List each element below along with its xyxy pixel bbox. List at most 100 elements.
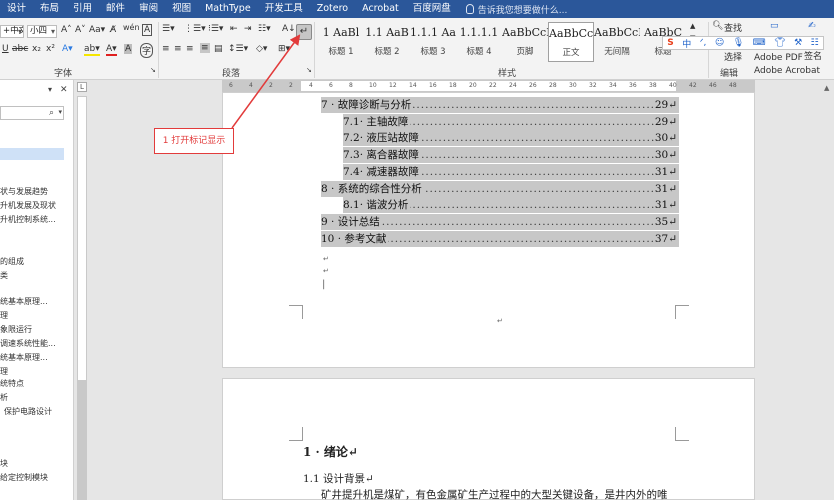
find-button[interactable]: 查找 bbox=[724, 21, 742, 34]
char-shading-icon[interactable]: A bbox=[124, 44, 133, 54]
nav-heading-item[interactable]: 状与发展趋势 bbox=[0, 186, 48, 197]
font-name-combo[interactable]: +中文正 bbox=[0, 25, 24, 38]
bullets-icon[interactable]: ☰▾ bbox=[162, 24, 175, 34]
font-size-combo[interactable]: 小四 bbox=[27, 25, 57, 38]
nav-heading-item[interactable]: 析 bbox=[0, 392, 8, 403]
phonetic-guide-icon[interactable]: wén bbox=[123, 23, 140, 32]
style-4[interactable]: AaBbCcDdI 页脚 bbox=[502, 22, 548, 62]
request-signature-icon[interactable]: ✍︎ bbox=[808, 21, 816, 31]
menu-item[interactable]: Acrobat bbox=[355, 0, 406, 18]
ime-punctuation-icon[interactable]: ᐟ, bbox=[700, 38, 707, 48]
ime-keyboard-icon[interactable]: ⌨ bbox=[753, 38, 766, 48]
ime-menu-icon[interactable]: ☷ bbox=[811, 38, 819, 48]
strikethrough-icon[interactable]: abc bbox=[12, 44, 28, 54]
document-page-toc[interactable]: ........................................… bbox=[222, 92, 755, 368]
toc-entry[interactable]: ........................................… bbox=[343, 147, 679, 164]
paragraph-dialog-launcher-icon[interactable]: ↘ bbox=[306, 66, 312, 74]
shading-icon[interactable]: ◇▾ bbox=[256, 44, 267, 54]
nav-close-icon[interactable]: ✕ bbox=[60, 85, 68, 95]
nav-heading-item[interactable]: 块 bbox=[0, 458, 8, 469]
toc-entry[interactable]: ........................................… bbox=[343, 113, 679, 130]
nav-heading-item[interactable]: 保护电路设计 bbox=[4, 406, 52, 417]
increase-indent-icon[interactable]: ⇥ bbox=[244, 24, 252, 34]
nav-heading-item[interactable]: 升机发展及现状 bbox=[0, 200, 56, 211]
text-effects-icon[interactable]: A▾ bbox=[62, 44, 73, 54]
line-spacing-icon[interactable]: ↕☰▾ bbox=[228, 44, 248, 54]
nav-heading-item[interactable]: 象限运行 bbox=[0, 324, 32, 335]
distributed-icon[interactable]: ▤ bbox=[214, 44, 223, 54]
adobe-pdf-label[interactable]: Adobe PDF bbox=[754, 53, 803, 63]
grow-font-icon[interactable]: A˄ bbox=[61, 25, 72, 35]
toc-entry[interactable]: ........................................… bbox=[321, 230, 679, 247]
align-center-icon[interactable]: ≡ bbox=[174, 44, 182, 54]
ime-mic-icon[interactable]: 🎙︎ bbox=[733, 38, 744, 48]
align-left-icon[interactable]: ≡ bbox=[162, 44, 170, 54]
toc-entry[interactable]: ........................................… bbox=[321, 180, 679, 197]
multilevel-list-icon[interactable]: ⁝☰▾ bbox=[208, 24, 223, 34]
highlight-icon[interactable]: ab▾ bbox=[84, 44, 100, 56]
toc-entry[interactable]: ........................................… bbox=[343, 163, 679, 180]
styles-scroll-up-icon[interactable]: ▲ bbox=[690, 22, 695, 30]
justify-icon[interactable]: ≡ bbox=[200, 43, 210, 53]
ime-skin-icon[interactable]: 👕︎ bbox=[774, 38, 785, 48]
decrease-indent-icon[interactable]: ⇤ bbox=[230, 24, 238, 34]
nav-heading-item[interactable]: 类 bbox=[0, 270, 8, 281]
ime-chinese-mode-icon[interactable]: 中 bbox=[682, 37, 691, 50]
style-2[interactable]: 1.1.1 Aa 标题 3 bbox=[410, 22, 456, 62]
nav-search-input[interactable]: ⌕ ▾ bbox=[0, 106, 64, 120]
font-color-icon[interactable]: A▾ bbox=[106, 44, 117, 56]
nav-heading-item[interactable]: 理 bbox=[0, 310, 8, 321]
nav-heading-item[interactable]: 调速系统性能... bbox=[0, 338, 56, 349]
borders-icon[interactable]: ⊞▾ bbox=[278, 44, 290, 54]
scroll-up-icon[interactable]: ▲ bbox=[824, 84, 829, 92]
ime-tools-icon[interactable]: ⚒︎ bbox=[794, 38, 802, 48]
toc-entry[interactable]: ........................................… bbox=[343, 197, 679, 214]
menu-item[interactable]: Zotero bbox=[310, 0, 355, 18]
vertical-scrollbar[interactable]: ▲ bbox=[822, 80, 834, 500]
nav-heading-item[interactable]: 的组成 bbox=[0, 256, 24, 267]
underline-icon[interactable]: U bbox=[2, 44, 9, 54]
ime-toolbar[interactable]: S 中 ᐟ, ☺ 🎙︎ ⌨ 👕︎ ⚒︎ ☷ bbox=[662, 36, 824, 50]
search-icon[interactable]: ⌕ bbox=[49, 108, 54, 118]
font-dialog-launcher-icon[interactable]: ↘ bbox=[150, 66, 156, 74]
style-3[interactable]: 1.1.1.1 标题 4 bbox=[456, 22, 502, 62]
select-button[interactable]: 选择 bbox=[724, 50, 742, 63]
menu-item[interactable]: 视图 bbox=[165, 0, 198, 18]
change-case-icon[interactable]: Aa▾ bbox=[89, 25, 105, 35]
menu-item[interactable]: MathType bbox=[198, 0, 258, 18]
menu-item[interactable]: 审阅 bbox=[132, 0, 165, 18]
char-border-icon[interactable]: A bbox=[142, 24, 153, 36]
nav-heading-item[interactable]: 统基本原理... bbox=[0, 296, 48, 307]
style-5[interactable]: AaBbCcI 正文 bbox=[548, 22, 594, 62]
numbering-icon[interactable]: ⋮☰▾ bbox=[184, 24, 206, 34]
nav-heading-item[interactable]: 给定控制模块 bbox=[0, 472, 48, 483]
menu-item[interactable]: 开发工具 bbox=[258, 0, 310, 18]
align-right-icon[interactable]: ≡ bbox=[186, 44, 194, 54]
tab-selector[interactable]: L bbox=[77, 82, 87, 92]
nav-heading-item[interactable]: 升机控制系统... bbox=[0, 214, 56, 225]
toc-entry[interactable]: ........................................… bbox=[343, 130, 679, 147]
enclose-char-icon[interactable]: 字 bbox=[140, 43, 154, 58]
superscript-icon[interactable]: x² bbox=[46, 44, 55, 54]
tell-me-search[interactable]: 告诉我您想要做什么... bbox=[465, 3, 567, 16]
create-pdf-icon[interactable]: ▭ bbox=[770, 21, 779, 31]
menu-item[interactable]: 设计 bbox=[0, 0, 33, 18]
clear-format-icon[interactable]: A̸ bbox=[110, 25, 116, 35]
menu-item[interactable]: 引用 bbox=[66, 0, 99, 18]
style-0[interactable]: 1 AaBl 标题 1 bbox=[318, 22, 364, 62]
menu-item[interactable]: 百度网盘 bbox=[406, 0, 458, 18]
menu-item[interactable]: 邮件 bbox=[99, 0, 132, 18]
nav-heading-item[interactable]: 统特点 bbox=[0, 378, 24, 389]
style-1[interactable]: 1.1 AaB 标题 2 bbox=[364, 22, 410, 62]
sort-icon[interactable]: A↓ bbox=[282, 24, 296, 34]
toc-entry[interactable]: ........................................… bbox=[321, 213, 679, 230]
toc-entry[interactable]: ........................................… bbox=[321, 97, 679, 113]
search-options-chevron-down-icon[interactable]: ▾ bbox=[58, 108, 62, 116]
style-6[interactable]: AaBbCcI 无间隔 bbox=[594, 22, 640, 62]
nav-heading-item[interactable]: 理 bbox=[0, 366, 8, 377]
shrink-font-icon[interactable]: A˅ bbox=[75, 25, 86, 35]
menu-item[interactable]: 布局 bbox=[33, 0, 66, 18]
find-icon[interactable]: 🔍︎ bbox=[712, 21, 723, 31]
nav-selected-heading[interactable] bbox=[0, 148, 64, 160]
show-formatting-marks-button[interactable]: ↵ bbox=[296, 24, 312, 40]
